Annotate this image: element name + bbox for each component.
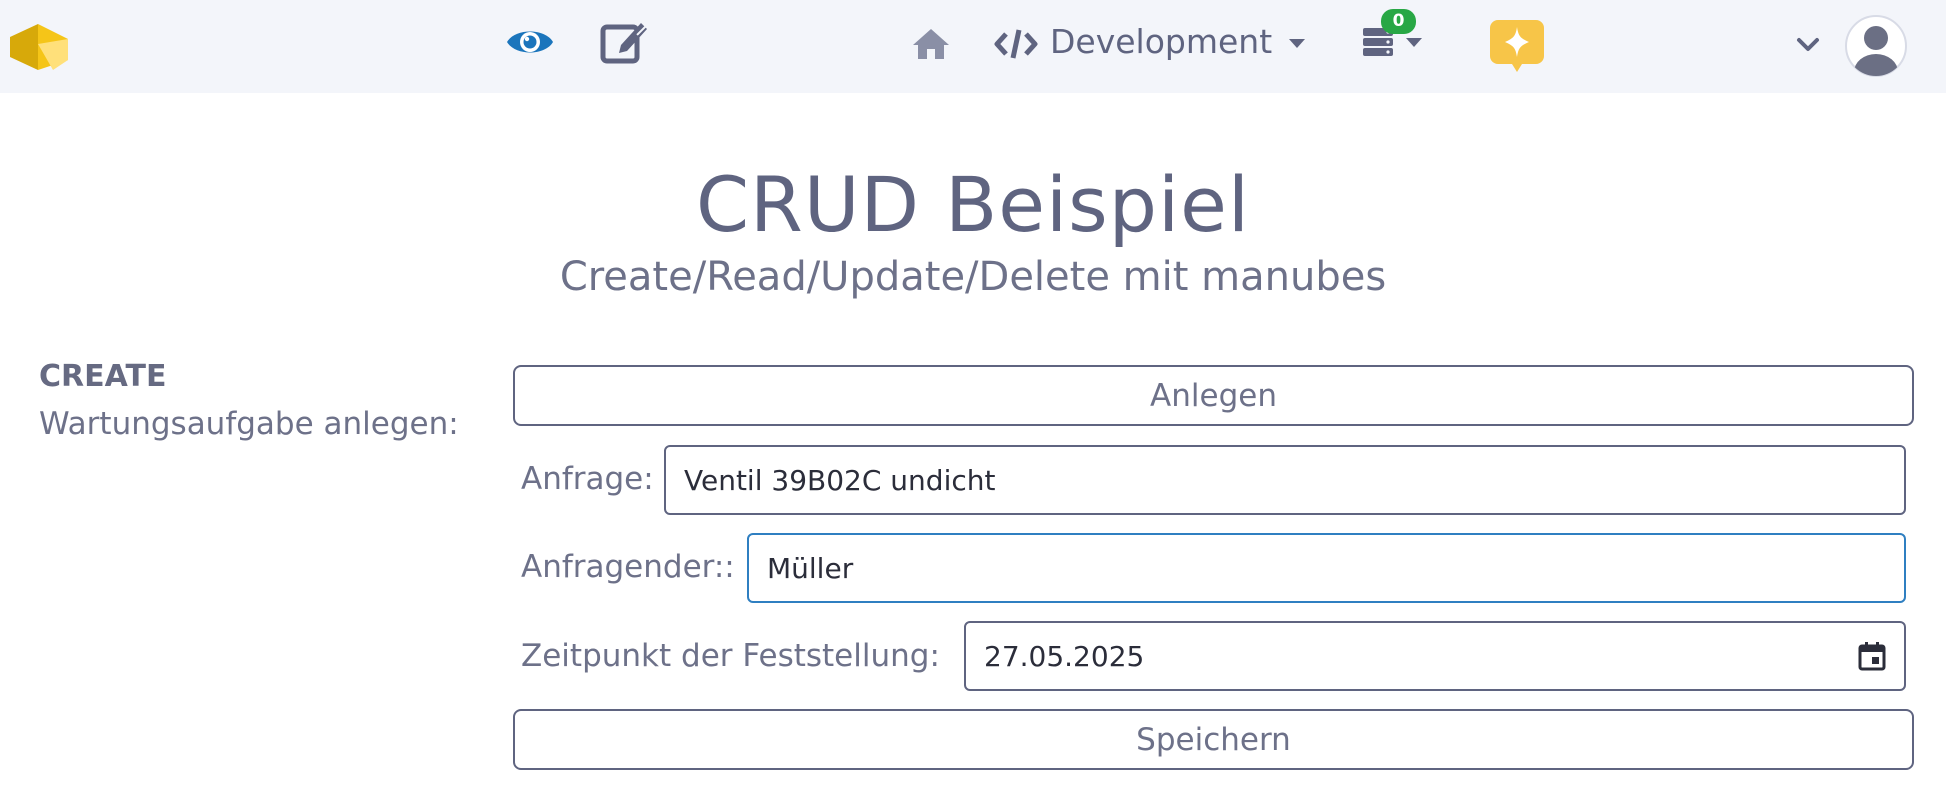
environment-label: Development	[1050, 22, 1273, 61]
top-navigation-bar: Development 0	[0, 0, 1946, 93]
page-title: CRUD Beispiel	[695, 160, 1251, 249]
request-field-label: Anfrage:	[521, 461, 654, 497]
requester-input[interactable]: Müller	[747, 533, 1906, 603]
date-input[interactable]: 27.05.2025	[964, 621, 1906, 691]
server-menu-caret-icon[interactable]	[1406, 38, 1422, 47]
eye-icon[interactable]	[505, 22, 555, 62]
manubes-logo[interactable]	[8, 22, 70, 72]
requester-input-value: Müller	[767, 551, 854, 585]
home-icon[interactable]	[910, 26, 952, 62]
caret-down-icon	[1288, 39, 1305, 48]
request-input[interactable]: Ventil 39B02C undicht	[664, 445, 1906, 515]
sparkle-chat-icon[interactable]	[1488, 18, 1546, 74]
notification-badge: 0	[1381, 9, 1416, 34]
chevron-down-icon[interactable]	[1794, 34, 1822, 56]
requester-field-label: Anfragender::	[521, 549, 735, 585]
calendar-icon[interactable]	[1858, 641, 1886, 671]
section-description: Wartungsaufgabe anlegen:	[39, 406, 459, 442]
date-field-label: Zeitpunkt der Feststellung:	[521, 638, 940, 674]
edit-icon[interactable]	[598, 18, 650, 66]
date-input-value: 27.05.2025	[984, 639, 1145, 673]
user-avatar-icon[interactable]	[1844, 14, 1908, 78]
save-button[interactable]: Speichern	[513, 709, 1914, 770]
request-input-value: Ventil 39B02C undicht	[684, 463, 996, 497]
code-icon[interactable]	[994, 26, 1038, 62]
page-subtitle: Create/Read/Update/Delete mit manubes	[559, 254, 1387, 300]
environment-dropdown[interactable]: Development	[1050, 20, 1305, 64]
section-title: CREATE	[39, 359, 167, 394]
create-button[interactable]: Anlegen	[513, 365, 1914, 426]
